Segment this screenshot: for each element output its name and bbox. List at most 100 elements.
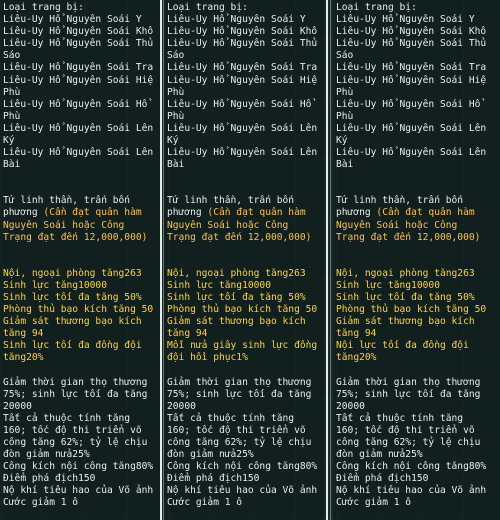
panel-divider [326, 0, 328, 520]
set-name-line: Tứ linh thần, trấn bốn [3, 195, 131, 207]
item-tooltip-panel-1: Loại trang bị: Liêu-Uy Hổ Nguyên Soái Y … [0, 0, 160, 520]
set-bonus-line: tăng 94 [3, 328, 44, 340]
set-bonus-line: tăng 94 [167, 328, 208, 340]
equip-line: Liêu-Uy Hổ Nguyên Soái Thủ [3, 38, 154, 50]
equip-line: Liêu-Uy Hổ Nguyên Soái Tra [167, 62, 318, 74]
equip-line: Liêu-Uy Hổ Nguyên Soái Hổ [3, 98, 148, 110]
set-bonus-line: Nội, ngoại phòng tăng263 [336, 267, 475, 279]
equip-line: Liêu-Uy Hổ Nguyên Soái Lên [336, 147, 487, 159]
equip-line: Phù [167, 86, 185, 98]
set-effect-line: Nộ khí tiêu hao của Võ ảnh [336, 485, 487, 497]
set-effect-line: 75%; sinh lực tối đa tăng [167, 388, 312, 400]
set-effect-line: Giảm thời gian thọ thương [336, 376, 481, 388]
set-effect-line: 160; tốc độ thi triển võ [167, 424, 306, 436]
equip-type-header: Loại trang bị: [3, 2, 84, 13]
set-effect-line: Cước giảm 1 ô [3, 497, 79, 509]
equip-line: Ký [167, 135, 179, 147]
set-effect-line: Cước giảm 1 ô [167, 497, 243, 509]
equip-line: Liêu-Uy Hổ Nguyên Soái Lên [167, 122, 318, 134]
equip-line: Phù [3, 86, 21, 98]
equip-line: Liêu-Uy Hổ Nguyên Soái Y [336, 14, 475, 26]
set-effect-line: Điểm phá địch150 [336, 473, 429, 485]
equip-type-header: Loại trang bị: [167, 2, 248, 13]
set-name-line: phương [3, 207, 38, 219]
set-condition-line: Nguyên Soái hoặc Công [3, 219, 125, 231]
set-bonus-line: Nội, ngoại phòng tăng263 [3, 267, 142, 279]
equip-line: Liêu-Uy Hổ Nguyên Soái Khô [3, 26, 154, 38]
set-effect-line: 75%; sinh lực tối đa tăng [336, 388, 481, 400]
item-tooltip-panel-3: Loại trang bị: Liêu-Uy Hổ Nguyên Soái Y … [333, 0, 500, 520]
equip-line: Bài [336, 159, 354, 171]
set-effect-line: Nộ khí tiêu hao của Võ ảnh [167, 485, 318, 497]
panel-divider [163, 0, 164, 520]
set-bonus-line: đội hồi phục1% [167, 352, 248, 364]
equip-line: Phù [336, 110, 354, 122]
equip-line: Liêu-Uy Hổ Nguyên Soái Thủ [167, 38, 318, 50]
set-effect-line: công tăng 62%; tỷ lệ chịu [336, 437, 481, 448]
set-effect-line: Giảm thời gian thọ thương [3, 376, 148, 388]
equip-line: Liêu-Uy Hổ Nguyên Soái Hiệ [167, 74, 318, 86]
panel-divider [160, 0, 162, 520]
equip-line: Phù [167, 110, 185, 122]
equip-line: Liêu-Uy Hổ Nguyên Soái Y [3, 14, 142, 26]
equip-line: Liêu-Uy Hổ Nguyên Soái Hổ [336, 98, 481, 110]
set-bonus-line: Phòng thủ bạo kích tăng 50 [167, 303, 318, 315]
set-effect-line: Công kích nội công tăng80% [167, 461, 318, 473]
equip-line: Ký [336, 135, 348, 147]
set-bonus-line: tăng20% [336, 352, 377, 364]
equip-line: Liêu-Uy Hổ Nguyên Soái Tra [3, 62, 154, 74]
set-effect-line: Điểm phá địch150 [167, 473, 260, 485]
set-bonus-line: Sinh lực tối đa tăng 50% [3, 291, 142, 303]
equip-line: Sáo [336, 50, 354, 62]
set-name-line: phương [336, 207, 371, 219]
set-bonus-line: Sinh lực tối đa đồng đội [3, 340, 142, 352]
set-effect-line: 75%; sinh lực tối đa tăng [3, 388, 148, 400]
equip-line: Liêu-Uy Hổ Nguyên Soái Hiệ [336, 74, 487, 86]
equip-line: Ký [3, 135, 15, 147]
set-bonus-line: Sinh lực tăng10000 [336, 279, 440, 291]
set-bonus-line: Nội lực tối đa đồng đội [336, 340, 469, 352]
set-effect-line: đòn giảm nửa25% [336, 449, 423, 461]
equip-line: Liêu-Uy Hổ Nguyên Soái Lên [3, 122, 154, 134]
set-condition-line: Nguyên Soái hoặc Công [167, 219, 289, 231]
set-condition-line: (Cần đạt quân hàm [370, 207, 475, 219]
set-bonus-line: Giảm sát thương bạo kích [336, 316, 475, 328]
set-bonus-line: Sinh lực tăng10000 [3, 279, 107, 291]
equip-line: Liêu-Uy Hổ Nguyên Soái Khô [336, 26, 487, 38]
set-bonus-line: Giảm sát thương bạo kích [167, 316, 306, 328]
set-effect-line: 20000 [167, 400, 196, 412]
panel-divider [330, 0, 331, 520]
set-effect-line: Giảm thời gian thọ thương [167, 376, 312, 388]
set-effect-line: Công kích nội công tăng80% [336, 461, 487, 473]
set-effect-line: đòn giảm nửa25% [3, 449, 90, 461]
tooltip-comparison-area: Loại trang bị: Liêu-Uy Hổ Nguyên Soái Y … [0, 0, 500, 520]
set-bonus-line: Nội, ngoại phòng tăng263 [167, 267, 306, 279]
equip-line: Liêu-Uy Hổ Nguyên Soái Tra [336, 62, 487, 74]
set-effect-line: Tất cả thuộc tính tăng [336, 412, 464, 424]
set-name-line: Tứ linh thần, trấn bốn [336, 195, 464, 207]
equip-line: Phù [3, 110, 21, 122]
set-bonus-line: Phòng thủ bạo kích tăng 50 [3, 303, 154, 315]
equip-line: Sáo [3, 50, 21, 62]
set-bonus-line: tăng 94 [336, 328, 377, 340]
set-effect-line: Công kích nội công tăng80% [3, 461, 154, 473]
set-effect-line: Tất cả thuộc tính tăng [3, 412, 131, 424]
equip-line: Liêu-Uy Hổ Nguyên Soái Lên [167, 147, 318, 159]
set-condition-line: Trạng đạt đến 12,000,000) [336, 231, 481, 243]
set-effect-line: Nộ khí tiêu hao của Võ ảnh [3, 485, 154, 497]
set-condition-line: (Cần đạt quân hàm [201, 207, 306, 219]
equip-line: Bài [3, 159, 21, 171]
equip-line: Liêu-Uy Hổ Nguyên Soái Lên [3, 147, 154, 159]
set-bonus-line: tăng20% [3, 352, 44, 364]
equip-line: Bài [167, 159, 185, 171]
set-effect-line: Tất cả thuộc tính tăng [167, 412, 295, 424]
set-name-line: Tứ linh thần, trấn bốn [167, 195, 295, 207]
set-effect-line: 20000 [3, 400, 32, 412]
set-bonus-line: Sinh lực tối đa tăng 50% [167, 291, 306, 303]
equip-line: Liêu-Uy Hổ Nguyên Soái Thủ [336, 38, 487, 50]
set-bonus-line: Mỗi nửa giây sinh lực đồng [167, 340, 318, 352]
item-tooltip-panel-2: Loại trang bị: Liêu-Uy Hổ Nguyên Soái Y … [164, 0, 324, 520]
set-effect-line: 160; tốc độ thi triển võ [3, 424, 142, 436]
set-effect-line: Điểm phá địch150 [3, 473, 96, 485]
set-condition-line: Nguyên Soái hoặc Công [336, 219, 458, 231]
